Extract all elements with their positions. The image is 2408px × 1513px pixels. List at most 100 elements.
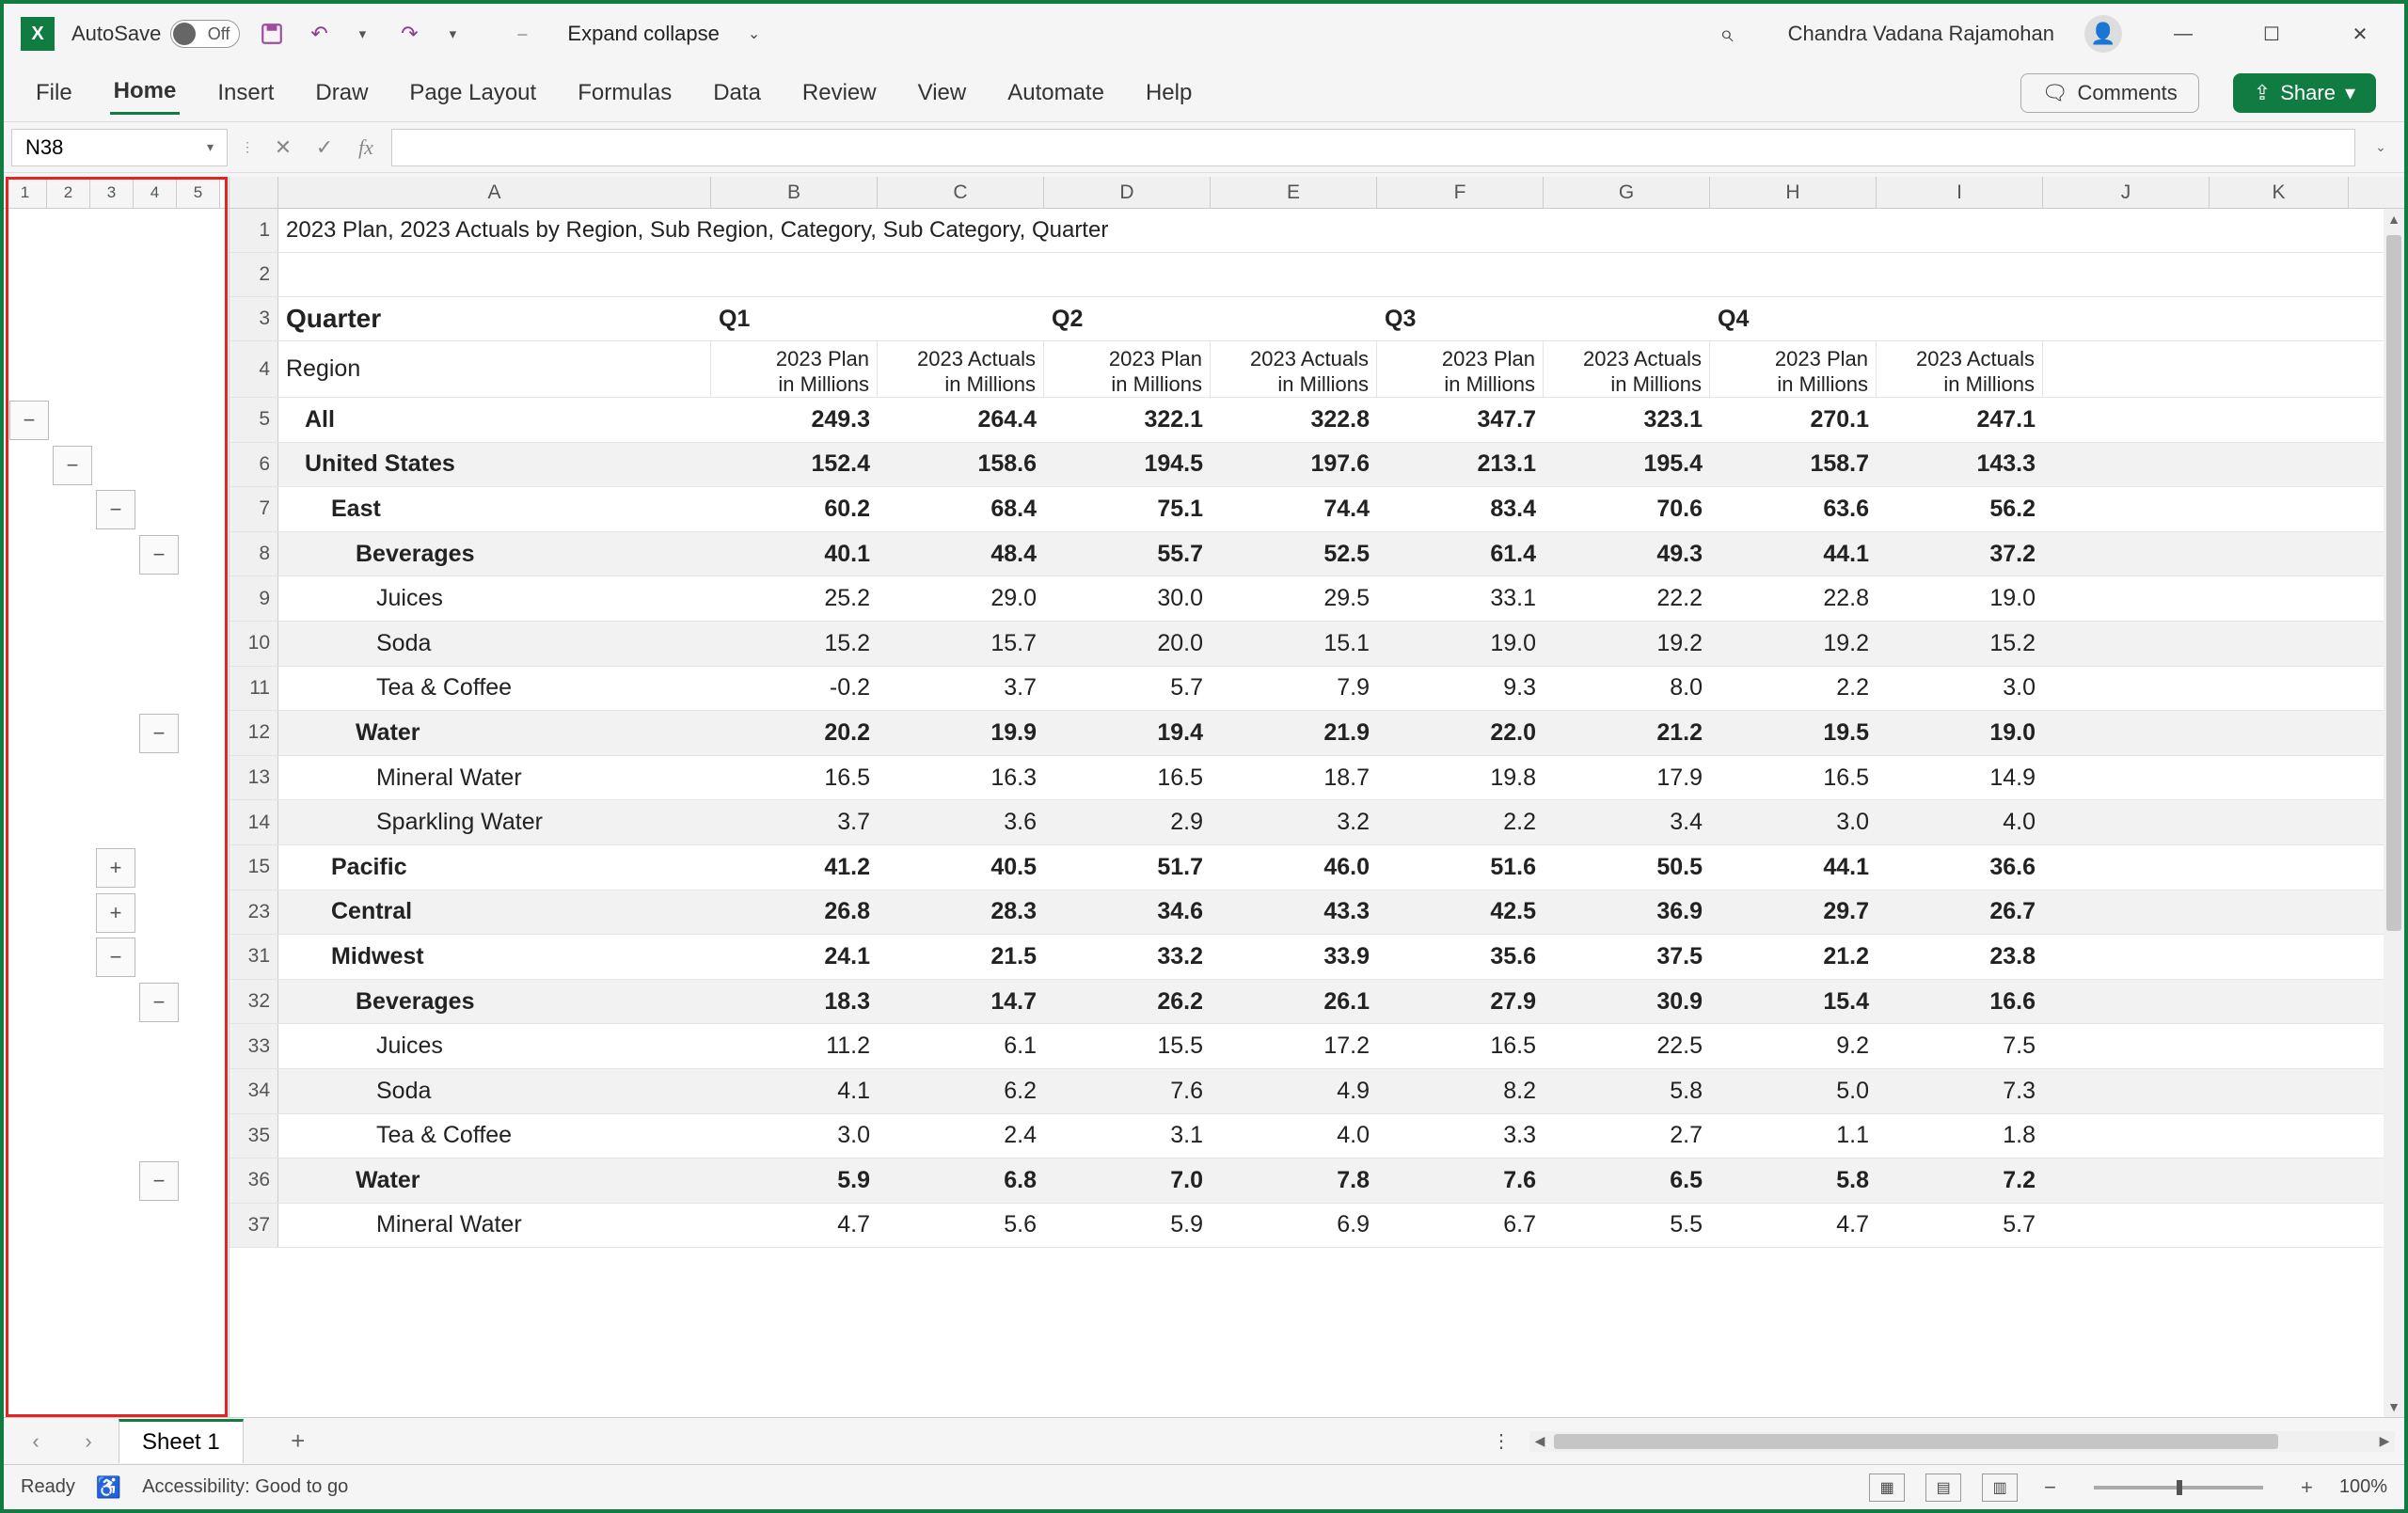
cell-value[interactable]: 3.6 (878, 800, 1044, 844)
title-cell[interactable]: 2023 Plan, 2023 Actuals by Region, Sub R… (278, 209, 2254, 252)
cell-value[interactable]: 26.2 (1044, 980, 1211, 1024)
cell-value[interactable]: 35.6 (1377, 935, 1544, 979)
cell-value[interactable]: 1.8 (1877, 1114, 2043, 1158)
cell-value[interactable]: 21.9 (1211, 711, 1377, 755)
add-sheet-button[interactable]: + (279, 1423, 317, 1460)
cell-value[interactable]: 25.2 (711, 576, 878, 621)
cell-value[interactable]: 3.4 (1544, 800, 1710, 844)
cell-value[interactable]: 158.6 (878, 443, 1044, 487)
cell-value[interactable]: 5.8 (1710, 1158, 1877, 1203)
cell-value[interactable]: 83.4 (1377, 487, 1544, 531)
tab-help[interactable]: Help (1142, 72, 1196, 114)
row-label[interactable]: Juices (278, 1024, 711, 1068)
cell-value[interactable]: 5.8 (1544, 1069, 1710, 1113)
subheader[interactable]: 2023 Actualsin Millions (1544, 341, 1710, 397)
zoom-value[interactable]: 100% (2339, 1476, 2387, 1498)
cell[interactable] (278, 253, 711, 296)
select-all-corner[interactable] (230, 177, 278, 208)
cell-value[interactable]: 21.5 (878, 935, 1044, 979)
cell-value[interactable]: 4.7 (711, 1204, 878, 1248)
col-header-G[interactable]: G (1544, 177, 1710, 208)
cell-value[interactable]: 3.7 (711, 800, 878, 844)
row-header[interactable]: 3 (230, 297, 278, 340)
cell-value[interactable]: 18.3 (711, 980, 878, 1024)
cell-value[interactable]: 3.3 (1377, 1114, 1544, 1158)
cell-value[interactable]: 3.0 (1710, 800, 1877, 844)
undo-icon[interactable]: ↶ (304, 19, 334, 49)
cell-value[interactable]: 16.5 (1377, 1024, 1544, 1068)
row-header[interactable]: 32 (230, 980, 278, 1024)
q1-label[interactable]: Q1 (711, 297, 1044, 340)
subheader[interactable]: 2023 Actualsin Millions (1211, 341, 1377, 397)
cell-value[interactable]: 44.1 (1710, 532, 1877, 576)
cell-value[interactable]: 6.1 (878, 1024, 1044, 1068)
cell-value[interactable]: 6.7 (1377, 1204, 1544, 1248)
cell-value[interactable]: 28.3 (878, 890, 1044, 935)
cell-value[interactable]: 29.0 (878, 576, 1044, 621)
cell-value[interactable]: 19.2 (1544, 622, 1710, 666)
cell-value[interactable]: 30.0 (1044, 576, 1211, 621)
cell-value[interactable]: 19.8 (1377, 756, 1544, 800)
cell-value[interactable]: 22.2 (1544, 576, 1710, 621)
col-header-E[interactable]: E (1211, 177, 1377, 208)
q2-label[interactable]: Q2 (1044, 297, 1377, 340)
zoom-slider[interactable] (2094, 1486, 2263, 1489)
row-header[interactable]: 6 (230, 443, 278, 487)
row-header[interactable]: 31 (230, 935, 278, 979)
cell-value[interactable]: 4.7 (1710, 1204, 1877, 1248)
outline-level-5[interactable]: 5 (177, 177, 220, 208)
cell-value[interactable]: 19.5 (1710, 711, 1877, 755)
cell-value[interactable]: 2.4 (878, 1114, 1044, 1158)
tab-formulas[interactable]: Formulas (574, 72, 675, 114)
quarter-label[interactable]: Quarter (278, 297, 711, 340)
cell-value[interactable]: 30.9 (1544, 980, 1710, 1024)
cell-value[interactable]: 36.6 (1877, 845, 2043, 890)
tab-page-layout[interactable]: Page Layout (405, 72, 540, 114)
cell-value[interactable]: 15.1 (1211, 622, 1377, 666)
subheader[interactable]: 2023 Actualsin Millions (1877, 341, 2043, 397)
cell-value[interactable]: 20.0 (1044, 622, 1211, 666)
cell-value[interactable]: 264.4 (878, 398, 1044, 442)
subheader[interactable]: 2023 Planin Millions (1044, 341, 1211, 397)
cell-value[interactable]: 23.8 (1877, 935, 2043, 979)
zoom-out-button[interactable]: − (2038, 1475, 2062, 1500)
row-header[interactable]: 4 (230, 341, 278, 397)
cell-value[interactable]: 51.7 (1044, 845, 1211, 890)
user-avatar[interactable]: 👤 (2084, 15, 2122, 53)
cell-value[interactable]: 6.9 (1211, 1204, 1377, 1248)
cell-value[interactable]: 152.4 (711, 443, 878, 487)
cell-value[interactable]: 19.2 (1710, 622, 1877, 666)
tab-home[interactable]: Home (110, 71, 181, 115)
cell-value[interactable]: 22.0 (1377, 711, 1544, 755)
cell-value[interactable]: 6.5 (1544, 1158, 1710, 1203)
user-name[interactable]: Chandra Vadana Rajamohan (1788, 22, 2054, 46)
maximize-button[interactable]: ☐ (2244, 15, 2299, 53)
cell-value[interactable]: 16.5 (1044, 756, 1211, 800)
row-header[interactable]: 36 (230, 1158, 278, 1203)
share-button[interactable]: ⇪ Share ▾ (2233, 73, 2376, 113)
cell-value[interactable]: 22.5 (1544, 1024, 1710, 1068)
col-header-B[interactable]: B (711, 177, 878, 208)
cell-value[interactable]: 41.2 (711, 845, 878, 890)
cell-value[interactable]: 2.2 (1377, 800, 1544, 844)
horizontal-scrollbar[interactable]: ◀ ▶ (1529, 1431, 2395, 1452)
zoom-thumb[interactable] (2177, 1480, 2182, 1495)
cell-value[interactable]: 5.9 (1044, 1204, 1211, 1248)
cell-value[interactable]: 5.9 (711, 1158, 878, 1203)
cell-value[interactable]: 3.2 (1211, 800, 1377, 844)
q3-label[interactable]: Q3 (1377, 297, 1710, 340)
cell-value[interactable]: 8.0 (1544, 667, 1710, 711)
title-dropdown-icon[interactable]: ⌄ (748, 24, 760, 43)
row-label[interactable]: Midwest (278, 935, 711, 979)
cell-value[interactable]: 44.1 (1710, 845, 1877, 890)
cell-value[interactable]: 36.9 (1544, 890, 1710, 935)
region-label[interactable]: Region (278, 341, 711, 397)
name-box-dropdown-icon[interactable]: ▾ (207, 139, 214, 155)
cell-value[interactable]: 194.5 (1044, 443, 1211, 487)
cell-value[interactable]: 3.7 (878, 667, 1044, 711)
accessibility-icon[interactable]: ♿ (96, 1475, 121, 1500)
cell-value[interactable]: 158.7 (1710, 443, 1877, 487)
cell-value[interactable]: 37.5 (1544, 935, 1710, 979)
cell-value[interactable]: 11.2 (711, 1024, 878, 1068)
cancel-formula-icon[interactable]: ✕ (267, 132, 299, 164)
